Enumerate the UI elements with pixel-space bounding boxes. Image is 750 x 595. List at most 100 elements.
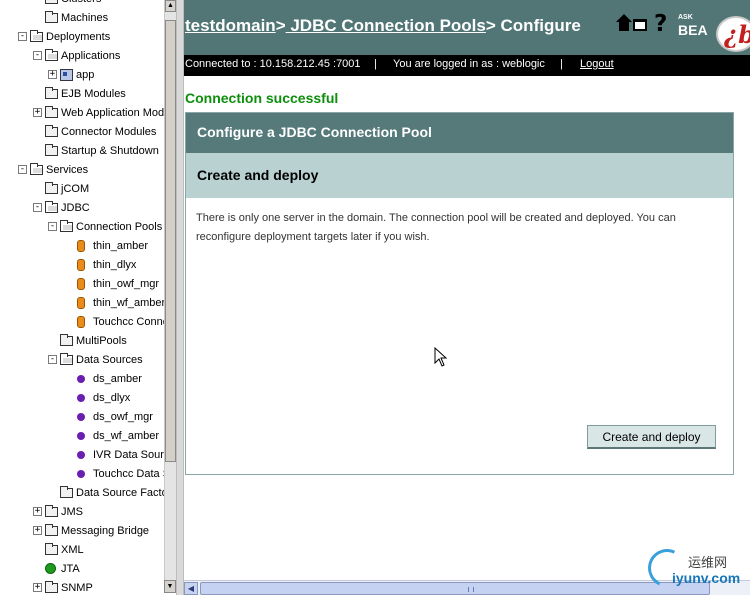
horizontal-scrollbar-thumb[interactable] [200, 582, 710, 595]
tree-item-label[interactable]: Machines [61, 12, 108, 24]
tree-item[interactable]: thin_wf_amber [0, 294, 165, 313]
database-icon [77, 240, 85, 252]
pane-splitter[interactable] [176, 0, 184, 595]
tree-item-label[interactable]: Deployments [46, 31, 110, 43]
tree-item-label[interactable]: jCOM [61, 183, 89, 195]
tree-item[interactable]: Data Source Factories [0, 484, 176, 503]
tree-item-label[interactable]: Startup & Shutdown [61, 145, 159, 157]
breadcrumb-separator: > [485, 16, 496, 35]
scroll-left-arrow-icon[interactable]: ◀ [184, 582, 198, 595]
tree-item-label[interactable]: ds_amber [93, 373, 142, 385]
tree-item[interactable]: Machines [0, 9, 164, 28]
tree-item[interactable]: Startup & Shutdown [0, 142, 164, 161]
panel-title: Configure a JDBC Connection Pool [197, 124, 432, 140]
tree-item[interactable]: thin_owf_mgr [0, 275, 164, 294]
tree-item-label[interactable]: Data Source Factories [76, 487, 176, 499]
tree-item-label[interactable]: JDBC [61, 202, 90, 214]
tree-item[interactable]: + JMS [0, 503, 164, 522]
tree-item-label[interactable]: XML [61, 544, 84, 556]
tree-item-label[interactable]: ds_dlyx [93, 392, 130, 404]
tree-item[interactable]: - Applications [0, 47, 164, 66]
tree-item[interactable]: Clusters [0, 0, 164, 9]
tree-item[interactable]: - Connection Pools [0, 218, 164, 237]
tree-item[interactable]: Touchcc Data Sour [0, 465, 176, 484]
tree-item[interactable]: ds_owf_mgr [0, 408, 164, 427]
tree-item-label[interactable]: JTA [61, 563, 80, 575]
site-watermark: 运维网 iyunv.com [642, 543, 750, 593]
home-icon[interactable] [616, 14, 632, 34]
navigation-tree-pane: ClustersMachines-Deployments-Application… [0, 0, 176, 595]
tree-item-label[interactable]: Data Sources [76, 354, 143, 366]
collapse-toggle-icon[interactable]: - [18, 32, 27, 41]
tree-item-label[interactable]: thin_dlyx [93, 259, 136, 271]
tree-item[interactable]: thin_dlyx [0, 256, 164, 275]
tree-item[interactable]: MultiPools [0, 332, 164, 351]
tree-item-label[interactable]: JMS [61, 506, 83, 518]
jta-icon [45, 563, 56, 574]
tree-item-label[interactable]: thin_owf_mgr [93, 278, 159, 290]
tree-item[interactable]: JTA [0, 560, 164, 579]
tree-item[interactable]: IVR Data Source [0, 446, 176, 465]
tree-item[interactable]: Touchcc Connectio [0, 313, 176, 332]
success-message: Connection successful [185, 90, 339, 106]
tree-item-label[interactable]: Web Application Modules [61, 107, 176, 119]
database-icon [77, 297, 85, 309]
tree-item[interactable]: + SNMP [0, 579, 164, 595]
folder-icon [45, 125, 58, 137]
datasource-icon [77, 451, 85, 459]
tree-item[interactable]: ds_amber [0, 370, 164, 389]
expand-toggle-icon[interactable]: + [33, 108, 42, 117]
tree-item-label[interactable]: Services [46, 164, 88, 176]
tree-item-label[interactable]: EJB Modules [61, 88, 126, 100]
create-and-deploy-button[interactable]: Create and deploy [587, 425, 716, 449]
tree-item-label[interactable]: ds_owf_mgr [93, 411, 153, 423]
tree-vertical-scrollbar[interactable]: ▲ [164, 0, 176, 580]
tree-item-label[interactable]: SNMP [61, 582, 93, 594]
breadcrumb-domain-link[interactable]: testdomain [185, 16, 276, 35]
expand-toggle-icon[interactable]: + [33, 583, 42, 592]
tree-item-label[interactable]: app [76, 69, 94, 81]
tree-item[interactable]: XML [0, 541, 164, 560]
tree-item[interactable]: - Data Sources [0, 351, 164, 370]
expand-toggle-icon[interactable]: + [33, 526, 42, 535]
tree-item-label[interactable]: ds_wf_amber [93, 430, 159, 442]
breadcrumb-separator: > [275, 16, 286, 35]
logout-link[interactable]: Logout [580, 58, 614, 70]
logged-in-as-label: You are logged in as : weblogic [393, 58, 545, 70]
bea-logo-icon: ¿be [716, 16, 750, 52]
tree-item[interactable]: ds_wf_amber [0, 427, 164, 446]
tree-item-label[interactable]: Connection Pools [76, 221, 162, 233]
tree-item[interactable]: ds_dlyx [0, 389, 164, 408]
tree-item[interactable]: + Messaging Bridge [0, 522, 164, 541]
tree-item-label[interactable]: Connector Modules [61, 126, 156, 138]
tree-item[interactable]: + app [0, 66, 164, 85]
window-icon[interactable] [633, 19, 647, 31]
tree-item[interactable]: EJB Modules [0, 85, 164, 104]
tree-item-label[interactable]: Messaging Bridge [61, 525, 149, 537]
tree-item[interactable]: Connector Modules [0, 123, 164, 142]
tree-item[interactable]: - JDBC [0, 199, 164, 218]
tree-item-label[interactable]: MultiPools [76, 335, 127, 347]
ask-bea-link[interactable]: ASK BEA [678, 14, 710, 40]
scroll-down-arrow-icon[interactable]: ▼ [164, 580, 176, 593]
tree-item-label[interactable]: thin_wf_amber [93, 297, 165, 309]
tree-scrollbar-thumb[interactable] [165, 20, 176, 462]
tree-item-label[interactable]: thin_amber [93, 240, 148, 252]
tree-item-label[interactable]: Clusters [61, 0, 101, 5]
tree-item[interactable]: thin_amber [0, 237, 164, 256]
collapse-toggle-icon[interactable]: - [33, 203, 42, 212]
help-icon[interactable]: ? [654, 11, 667, 37]
expand-toggle-icon[interactable]: + [48, 70, 57, 79]
collapse-toggle-icon[interactable]: - [48, 222, 57, 231]
tree-item[interactable]: - Services [0, 161, 164, 180]
collapse-toggle-icon[interactable]: - [48, 355, 57, 364]
scroll-up-arrow-icon[interactable]: ▲ [165, 0, 176, 12]
collapse-toggle-icon[interactable]: - [33, 51, 42, 60]
breadcrumb-connection-pools-link[interactable]: JDBC Connection Pools [286, 16, 486, 35]
tree-item-label[interactable]: Applications [61, 50, 120, 62]
collapse-toggle-icon[interactable]: - [18, 165, 27, 174]
expand-toggle-icon[interactable]: + [33, 507, 42, 516]
tree-item[interactable]: + Web Application Modules [0, 104, 176, 123]
tree-item[interactable]: - Deployments [0, 28, 164, 47]
tree-item[interactable]: jCOM [0, 180, 164, 199]
